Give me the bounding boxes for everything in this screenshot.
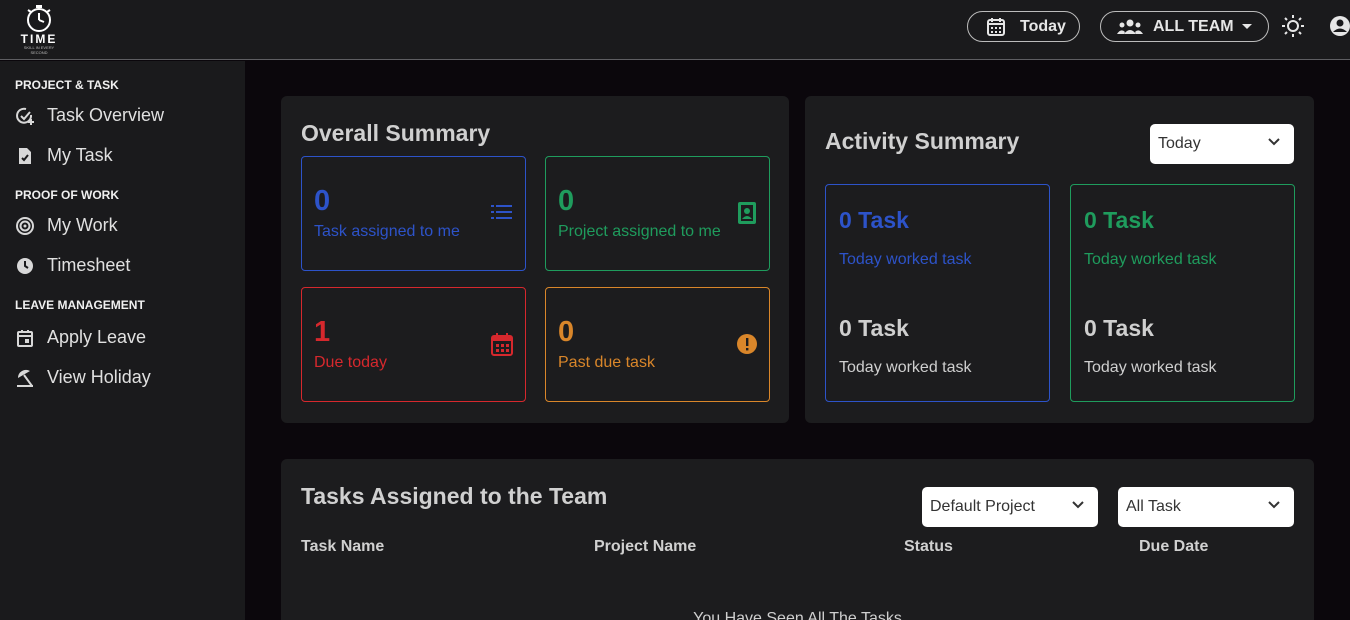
sun-icon[interactable]	[1281, 14, 1305, 38]
sidebar-item-my-work[interactable]: My Work	[15, 215, 118, 236]
sidebar-item-apply-leave[interactable]: Apply Leave	[15, 327, 146, 348]
app-logo[interactable]: TIME SKILL IN EVERY SECOND	[16, 4, 62, 55]
task-check-icon	[16, 107, 34, 125]
sidebar-section-proof-of-work: PROOF OF WORK	[15, 188, 119, 202]
stat-label: Due today	[314, 354, 387, 371]
stat-due-today[interactable]: 1 Due today	[301, 287, 526, 402]
stat-past-due[interactable]: 0 Past due task	[545, 287, 770, 402]
task-filter-select[interactable]: All Task	[1118, 487, 1294, 527]
stat-project-assigned[interactable]: 0 Project assigned to me	[545, 156, 770, 271]
sidebar-item-label: View Holiday	[47, 367, 151, 387]
stat-value: 1	[314, 316, 331, 348]
column-header-due-date[interactable]: Due Date	[1139, 538, 1208, 556]
chevron-down-icon	[1268, 501, 1280, 509]
exclamation-circle-icon	[737, 334, 757, 354]
overall-summary-panel: Overall Summary 0 Task assigned to me 0 …	[281, 96, 789, 423]
activity-card-blue[interactable]: 0 Task Today worked task 0 Task Today wo…	[825, 184, 1050, 402]
calendar-icon	[491, 333, 513, 356]
date-filter-label: Today	[1020, 17, 1066, 35]
sidebar-item-view-holiday[interactable]: View Holiday	[15, 367, 151, 388]
activity-period-value: Today	[1158, 135, 1201, 152]
clock-icon	[17, 257, 33, 274]
project-filter-value: Default Project	[930, 498, 1035, 515]
group-icon	[1117, 19, 1143, 34]
calendar-icon	[987, 17, 1005, 36]
stat-label: Task assigned to me	[314, 223, 460, 240]
activity-label-secondary: Today worked task	[839, 359, 972, 376]
activity-label: Today worked task	[839, 251, 972, 268]
activity-card-green[interactable]: 0 Task Today worked task 0 Task Today wo…	[1070, 184, 1295, 402]
sidebar-section-leave-management: LEAVE MANAGEMENT	[15, 298, 145, 312]
caret-down-icon	[1241, 24, 1252, 29]
chevron-down-icon	[1268, 138, 1280, 146]
column-header-project-name[interactable]: Project Name	[594, 538, 696, 556]
activity-label-secondary: Today worked task	[1084, 359, 1217, 376]
sidebar-item-label: Timesheet	[47, 255, 131, 275]
activity-value: 0 Task	[839, 207, 909, 233]
sidebar-item-task-overview[interactable]: Task Overview	[15, 105, 164, 126]
stat-label: Project assigned to me	[558, 223, 721, 240]
sidebar-item-label: Apply Leave	[47, 327, 147, 347]
list-icon	[491, 205, 512, 219]
logo-tagline: SKILL IN EVERY SECOND	[23, 45, 55, 55]
activity-value: 0 Task	[1084, 207, 1154, 233]
target-icon	[16, 216, 34, 235]
stat-task-assigned[interactable]: 0 Task assigned to me	[301, 156, 526, 271]
stat-label: Past due task	[558, 354, 655, 371]
sidebar-item-label: My Work	[47, 215, 118, 235]
logo-text: TIME	[20, 32, 58, 46]
activity-label: Today worked task	[1084, 251, 1217, 268]
project-filter-select[interactable]: Default Project	[922, 487, 1098, 527]
beach-umbrella-icon	[17, 369, 33, 387]
activity-summary-title: Activity Summary	[825, 128, 1020, 154]
sidebar-section-project-task: PROJECT & TASK	[15, 78, 119, 92]
stat-value: 0	[558, 316, 575, 348]
activity-period-select[interactable]: Today	[1150, 124, 1294, 164]
sidebar-item-timesheet[interactable]: Timesheet	[15, 255, 130, 276]
user-avatar-icon[interactable]	[1329, 15, 1350, 37]
overall-summary-title: Overall Summary	[301, 120, 491, 146]
column-header-status[interactable]: Status	[904, 538, 953, 556]
stopwatch-icon	[27, 5, 51, 32]
activity-value-secondary: 0 Task	[839, 315, 909, 341]
calendar-icon	[17, 329, 33, 347]
stat-value: 0	[314, 185, 331, 217]
task-filter-value: All Task	[1126, 498, 1181, 515]
sidebar: PROJECT & TASK Task Overview My Task PRO…	[0, 61, 245, 620]
chevron-down-icon	[1072, 501, 1084, 509]
top-header: TIME SKILL IN EVERY SECOND Today ALL TEA…	[0, 0, 1350, 60]
sidebar-item-label: My Task	[47, 145, 113, 165]
team-tasks-title: Tasks Assigned to the Team	[301, 483, 608, 509]
team-selector-label: ALL TEAM	[1153, 17, 1234, 35]
date-filter-button[interactable]: Today	[967, 11, 1080, 42]
sidebar-item-my-task[interactable]: My Task	[15, 145, 113, 166]
team-selector[interactable]: ALL TEAM	[1100, 11, 1269, 42]
empty-tasks-message: You Have Seen All The Tasks	[693, 610, 902, 620]
task-file-icon	[19, 147, 31, 164]
sidebar-item-label: Task Overview	[47, 105, 165, 125]
team-tasks-panel: Tasks Assigned to the Team Default Proje…	[281, 459, 1314, 620]
activity-value-secondary: 0 Task	[1084, 315, 1154, 341]
activity-summary-panel: Activity Summary Today 0 Task Today work…	[805, 96, 1314, 423]
contact-card-icon	[738, 202, 756, 224]
stat-value: 0	[558, 185, 575, 217]
column-header-task-name[interactable]: Task Name	[301, 538, 384, 556]
